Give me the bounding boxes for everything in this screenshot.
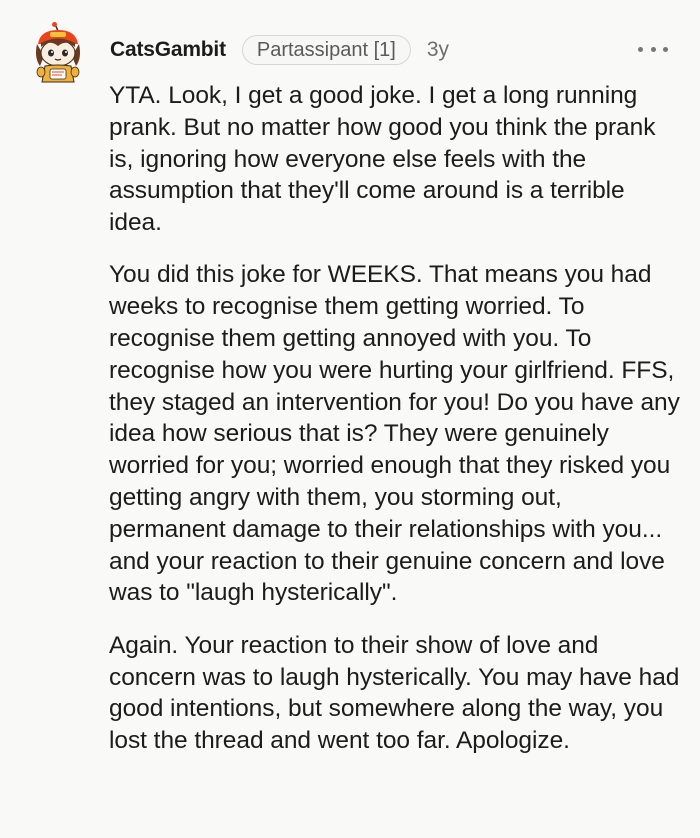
comment-paragraph: Again. Your reaction to their show of lo… <box>109 631 680 755</box>
comment-timestamp[interactable]: 3y <box>427 38 449 62</box>
comment-paragraph: YTA. Look, I get a good joke. I get a lo… <box>109 82 656 237</box>
comment-paragraph: You did this joke for WEEKS. That means … <box>109 261 680 607</box>
more-options-button[interactable] <box>638 44 668 54</box>
more-horizontal-icon <box>638 46 643 52</box>
comment-header: CatsGambit Partassipant [1] 3y <box>110 33 449 67</box>
comment-body: YTA. Look, I get a good joke. I get a lo… <box>109 80 684 757</box>
snoo-avatar-icon <box>36 22 80 83</box>
user-flair-badge: Partassipant [1] <box>241 35 411 65</box>
user-avatar[interactable] <box>28 22 88 84</box>
comment: CatsGambit Partassipant [1] 3y YTA. Look… <box>0 0 700 838</box>
username-link[interactable]: CatsGambit <box>110 38 226 62</box>
more-horizontal-icon-dot <box>650 46 656 52</box>
more-horizontal-icon-dot <box>663 46 668 52</box>
